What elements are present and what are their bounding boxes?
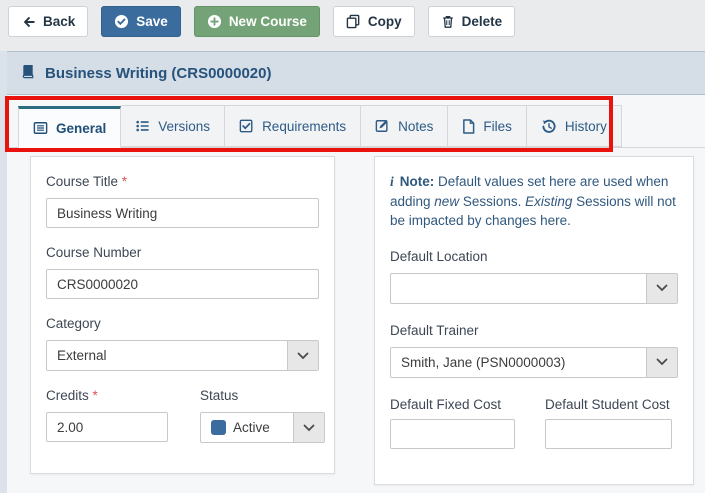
course-details-panel: Course Title * Course Number Category Ex…: [30, 156, 335, 474]
chevron-down-icon: [646, 347, 677, 377]
back-arrow-icon: [21, 15, 36, 29]
default-trainer-value: Smith, Jane (PSN0000003): [401, 354, 566, 370]
status-value: Active: [233, 420, 270, 435]
category-value: External: [57, 348, 107, 363]
tab-versions[interactable]: Versions: [121, 105, 225, 147]
delete-label: Delete: [461, 14, 503, 29]
history-icon: [541, 119, 557, 134]
list-alt-icon: [33, 121, 48, 135]
back-button[interactable]: Back: [8, 6, 89, 37]
chevron-down-icon: [646, 273, 677, 303]
check-circle-icon: [114, 14, 129, 29]
page-title: Business Writing (CRS0000020): [45, 64, 272, 82]
pencil-square-icon: [375, 119, 390, 133]
left-gutter: [0, 51, 7, 493]
course-title-input[interactable]: [46, 198, 319, 228]
trash-icon: [441, 14, 455, 29]
copy-button[interactable]: Copy: [332, 6, 415, 37]
status-label: Status: [200, 388, 239, 403]
chevron-down-icon: [287, 341, 318, 370]
defaults-note: i Note: Default values set here are used …: [390, 174, 676, 229]
default-student-cost-input[interactable]: [545, 418, 672, 449]
tab-versions-label: Versions: [158, 118, 211, 134]
default-trainer-select[interactable]: Smith, Jane (PSN0000003): [390, 346, 678, 378]
main-content: General Versions Requirements Notes File…: [7, 95, 705, 493]
session-defaults-panel: i Note: Default values set here are used …: [374, 156, 694, 485]
new-course-button[interactable]: New Course: [193, 6, 320, 37]
status-active-swatch: [211, 420, 226, 435]
tab-notes-label: Notes: [398, 118, 434, 134]
tab-requirements[interactable]: Requirements: [224, 105, 361, 147]
note-bold: Note:: [399, 174, 435, 189]
list-ul-icon: [135, 119, 150, 133]
category-select[interactable]: External: [46, 340, 319, 371]
course-title-label: Course Title *: [46, 174, 128, 189]
course-number-label: Course Number: [46, 245, 142, 260]
tab-notes[interactable]: Notes: [360, 105, 448, 147]
copy-icon: [346, 14, 361, 29]
save-label: Save: [136, 14, 168, 29]
plus-circle-icon: [207, 14, 222, 29]
check-square-icon: [239, 119, 254, 133]
default-location-select[interactable]: [390, 272, 678, 304]
chevron-down-icon: [293, 413, 324, 442]
default-student-cost-label: Default Student Cost: [545, 396, 670, 412]
status-select[interactable]: Active: [200, 412, 325, 443]
course-number-input[interactable]: [46, 269, 319, 299]
default-location-value: [391, 274, 646, 303]
toolbar: Back Save New Course Copy Delete: [0, 0, 705, 51]
credits-label: Credits *: [46, 388, 98, 403]
category-label: Category: [46, 316, 101, 331]
back-label: Back: [43, 14, 76, 29]
required-asterisk: *: [92, 388, 98, 403]
default-trainer-label: Default Trainer: [390, 322, 479, 338]
tab-general-label: General: [56, 120, 107, 136]
tab-history-label: History: [564, 118, 607, 134]
book-icon: [20, 64, 36, 83]
tab-bar: General Versions Requirements Notes File…: [7, 95, 705, 148]
credits-input[interactable]: [46, 412, 168, 442]
new-course-label: New Course: [228, 14, 307, 29]
copy-label: Copy: [367, 14, 402, 29]
tab-files[interactable]: Files: [447, 105, 526, 147]
page-title-bar: Business Writing (CRS0000020): [7, 51, 705, 95]
default-fixed-cost-input[interactable]: [390, 418, 515, 449]
tab-history[interactable]: History: [525, 105, 622, 147]
tab-general[interactable]: General: [18, 106, 122, 148]
info-icon: i: [390, 174, 394, 189]
default-fixed-cost-label: Default Fixed Cost: [390, 396, 502, 412]
tab-requirements-label: Requirements: [262, 118, 347, 134]
delete-button[interactable]: Delete: [427, 6, 516, 37]
default-location-label: Default Location: [390, 248, 488, 264]
tab-files-label: Files: [483, 118, 512, 134]
required-asterisk: *: [121, 174, 128, 189]
file-icon: [462, 118, 475, 134]
form-area: Course Title * Course Number Category Ex…: [7, 148, 705, 485]
save-button[interactable]: Save: [101, 6, 181, 37]
